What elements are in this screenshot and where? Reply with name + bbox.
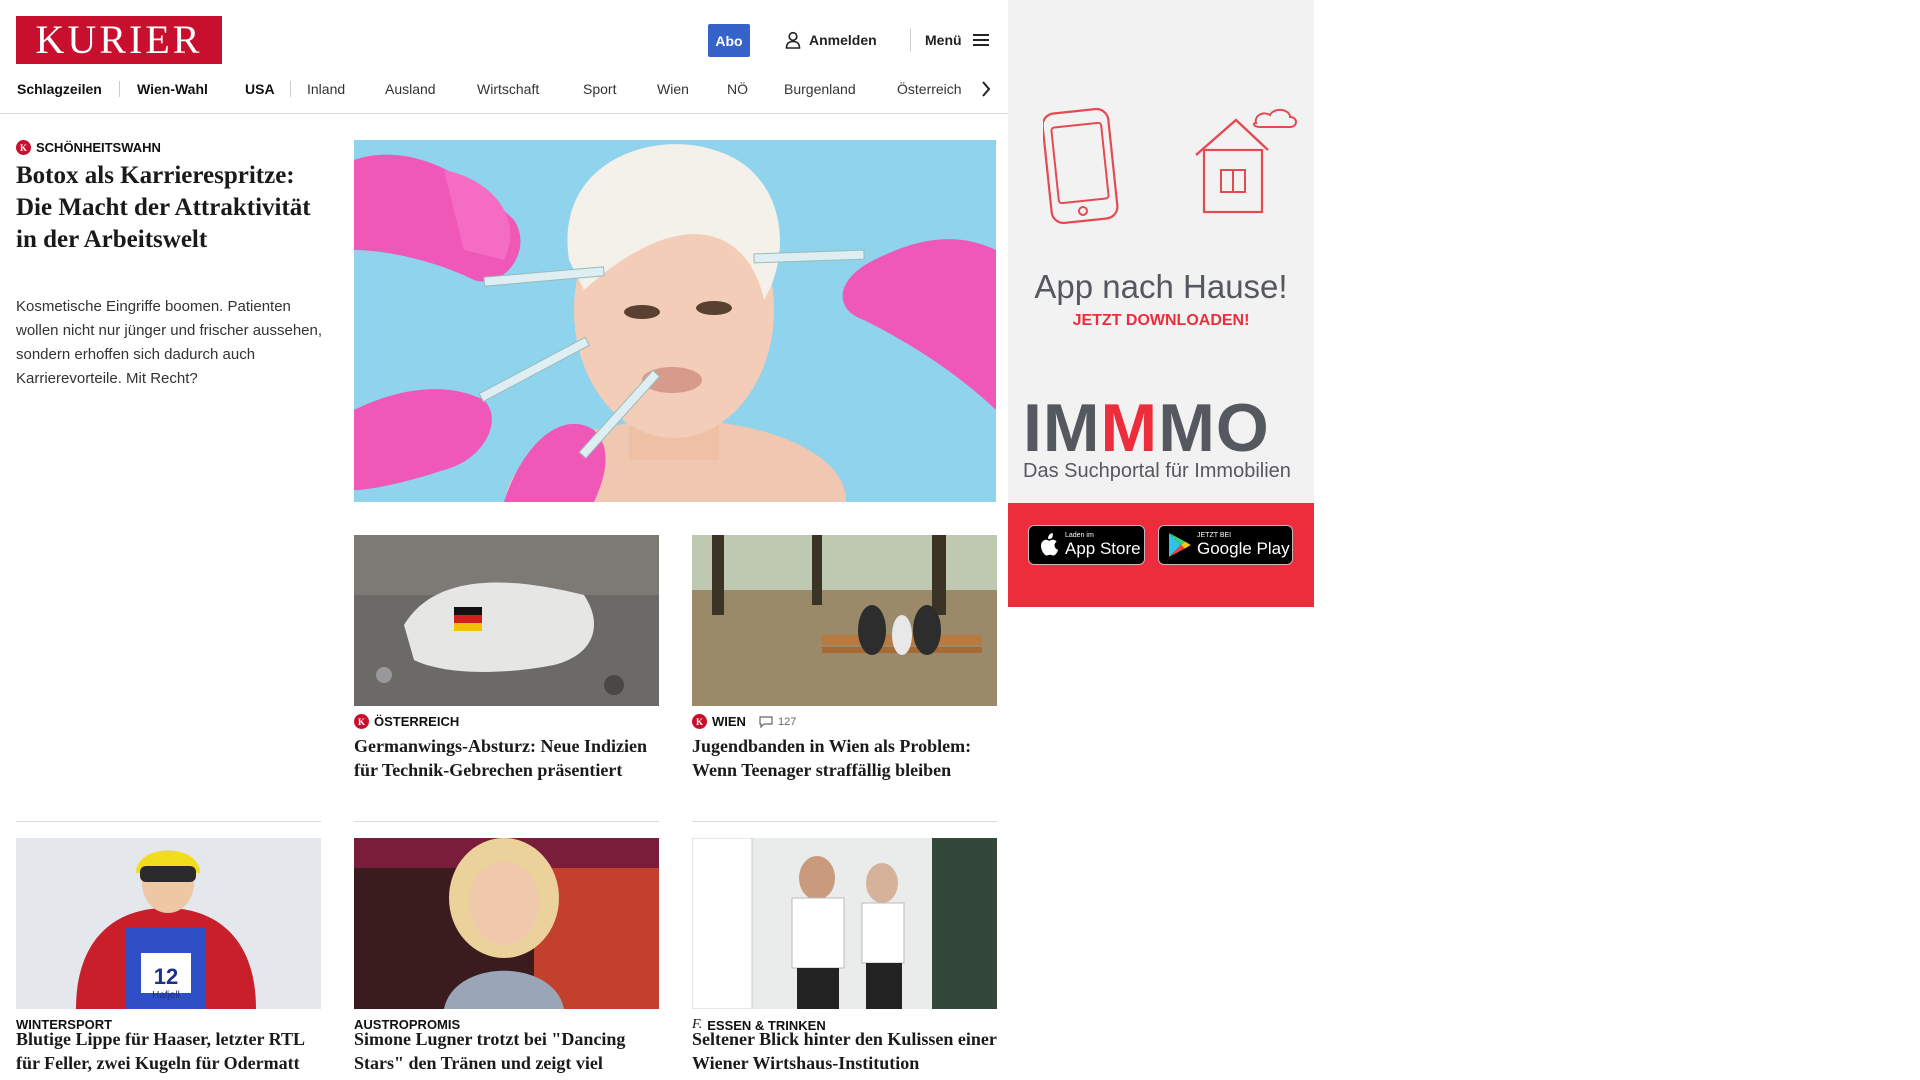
abo-button[interactable]: Abo [708,24,750,57]
kurier-plus-icon: K [692,714,707,729]
lead-kicker[interactable]: K SCHÖNHEITSWAHN [16,140,161,155]
dancer-photo [354,838,659,1009]
google-play-icon [1169,533,1191,557]
card-kicker-label: ÖSTERREICH [374,714,460,729]
app-store-label: App Store [1065,539,1141,558]
card-headline[interactable]: Simone Lugner trotzt bei "Dancing Stars"… [354,1027,664,1080]
app-store-button[interactable]: Laden im App Store [1028,525,1145,565]
kurier-logo[interactable]: KURIER [16,16,222,64]
nav-item-noe[interactable]: NÖ [727,78,748,100]
ad-subtitle: JETZT DOWNLOADEN! [1072,312,1250,329]
comment-count: 127 [777,715,797,728]
card-headline[interactable]: Germanwings-Absturz: Neue Indizien für T… [354,734,664,782]
ad-title: App nach Hause! [1034,268,1288,305]
lead-kicker-label: SCHÖNHEITSWAHN [36,140,161,155]
park-bench-photo [692,535,997,706]
card-headline[interactable]: Seltener Blick hinter den Kulissen einer… [692,1027,1002,1075]
smartphone-icon [1043,107,1119,225]
news-page: KURIER Abo Anmelden Menü Schlagzeilen Wi… [0,0,1008,1080]
google-play-button[interactable]: JETZT BEI Google Play [1158,525,1293,565]
nav-item-oesterreich[interactable]: Österreich [897,78,962,100]
card-kicker[interactable]: K WIEN 127 [692,714,796,729]
site-header: KURIER Abo Anmelden Menü Schlagzeilen Wi… [0,0,1008,114]
crash-debris-photo [354,535,659,706]
card-image-essen-trinken[interactable] [692,838,997,1009]
section-nav: Schlagzeilen Wien-Wahl USA Inland Auslan… [0,78,1000,100]
header-divider [910,28,911,52]
immmo-logo-part: MO [1158,390,1270,466]
bib-location: Hafjell [152,990,180,1001]
nav-item-wien[interactable]: Wien [657,78,689,100]
nav-item-wirtschaft[interactable]: Wirtschaft [477,78,539,100]
login-label: Anmelden [809,32,877,48]
botox-photo [354,140,996,502]
nav-separator [119,81,120,97]
nav-item-sport[interactable]: Sport [583,78,616,100]
immmo-logo: IMMMO [1023,393,1313,463]
immmo-logo-accent: M [1100,390,1159,466]
nav-item-schlagzeilen[interactable]: Schlagzeilen [17,78,102,100]
nav-item-burgenland[interactable]: Burgenland [784,78,856,100]
card-image-jugendbanden[interactable] [692,535,997,706]
card-image-germanwings[interactable] [354,535,659,706]
card-kicker[interactable]: K ÖSTERREICH [354,714,459,729]
google-play-label: Google Play [1197,539,1290,558]
lead-image[interactable] [354,140,996,502]
kurier-plus-icon: K [16,140,31,155]
lead-teaser[interactable]: Kosmetische Eingriffe boomen. Patienten … [16,295,326,391]
apple-icon [1040,533,1059,556]
nav-item-ausland[interactable]: Ausland [385,78,436,100]
card-image-wintersport[interactable]: 12 Hafjell [16,838,321,1009]
comment-icon [759,715,773,728]
divider [354,821,659,822]
menu-button[interactable]: Menü [925,28,990,52]
kurier-plus-icon: K [354,714,369,729]
house-icon [1195,109,1297,214]
card-headline[interactable]: Jugendbanden in Wien als Problem: Wenn T… [692,734,1002,782]
divider [692,821,997,822]
login-button[interactable]: Anmelden [785,28,877,52]
immmo-logo-part: IM [1023,390,1101,466]
menu-label: Menü [925,32,962,48]
user-icon [785,31,801,49]
nav-item-wien-wahl[interactable]: Wien-Wahl [137,78,208,100]
lead-headline[interactable]: Botox als Karrierespritze: Die Macht der… [16,160,321,256]
card-kicker-label: WIEN [712,714,746,729]
nav-item-inland[interactable]: Inland [307,78,345,100]
card-headline[interactable]: Blutige Lippe für Haaser, letzter RTL fü… [16,1027,326,1075]
bib-number: 12 [154,964,178,989]
immmo-ad[interactable]: App nach Hause! JETZT DOWNLOADEN! IMMMO … [1008,0,1314,607]
nav-separator [290,81,291,97]
chevron-right-icon[interactable] [978,78,994,100]
divider [16,821,321,822]
restaurant-owners-photo [692,838,997,1009]
skier-photo: 12 Hafjell [16,838,321,1009]
ad-tagline: Das Suchportal für Immobilien [1023,460,1291,482]
hamburger-icon [972,34,989,46]
nav-item-usa[interactable]: USA [245,78,275,100]
card-image-austropromis[interactable] [354,838,659,1009]
